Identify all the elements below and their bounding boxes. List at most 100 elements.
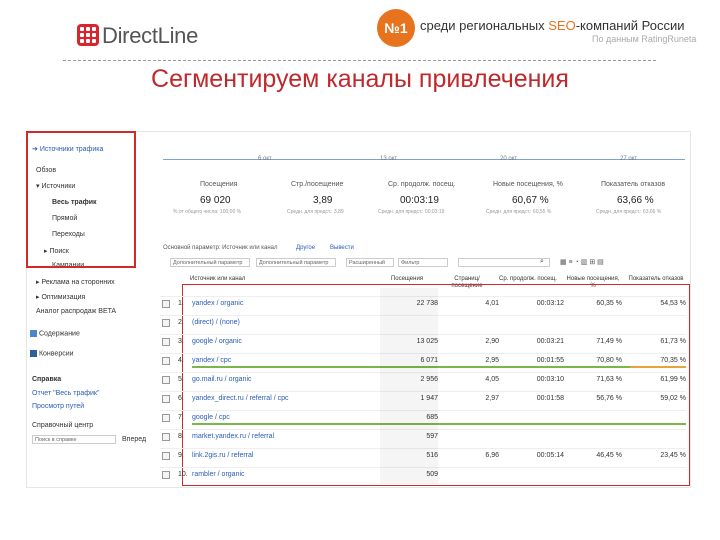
secondary-dimension-select[interactable]: Дополнительный параметр xyxy=(256,258,336,267)
rank-badge: №1 xyxy=(377,9,415,47)
sidebar-highlight-frame xyxy=(26,131,136,268)
cell-new: 71,49 % xyxy=(596,338,622,345)
filter-select[interactable]: Фильтр xyxy=(398,258,448,267)
chart-date: 13 окт xyxy=(380,156,398,162)
stat-sub: % от общего числа: 100,00 % xyxy=(173,209,242,215)
help-search-label: Справочный центр xyxy=(32,422,94,429)
row-checkbox[interactable] xyxy=(162,357,170,365)
stat-label: Показатель отказов xyxy=(601,181,666,188)
cell-new: 60,35 % xyxy=(596,300,622,307)
sidebar-item-optimization[interactable]: ▸ Оптимизация xyxy=(36,293,85,301)
help-link-paths[interactable]: Просмотр путей xyxy=(32,403,84,410)
row-checkbox[interactable] xyxy=(162,414,170,422)
col-header-source[interactable]: Источник или канал xyxy=(190,276,260,283)
source-link[interactable]: link.2gis.ru / referral xyxy=(192,452,253,459)
stat-sub: Средн. для предст.: 3,89 xyxy=(287,209,344,215)
primary-dimension[interactable]: Основной параметр: Источник или канал xyxy=(163,245,278,251)
plot-rows-button[interactable]: Дополнительный параметр xyxy=(170,258,250,267)
row-checkbox[interactable] xyxy=(162,395,170,403)
paid-channel-underline xyxy=(192,423,686,425)
sort-type-select[interactable]: Расширенный xyxy=(346,258,394,267)
view-link[interactable]: Вывести xyxy=(330,245,354,251)
row-number: 5. xyxy=(178,376,184,383)
chart-date: 27 окт xyxy=(620,156,638,162)
cell-new: 70,80 % xyxy=(596,357,622,364)
cell-bounce: 59,02 % xyxy=(660,395,686,402)
row-number: 3. xyxy=(178,338,184,345)
source-link[interactable]: market.yandex.ru / referral xyxy=(192,433,274,440)
cell-ppv: 6,96 xyxy=(485,452,499,459)
logo-text: DirectLine xyxy=(102,23,199,48)
slide-title: Сегментируем каналы привлечения xyxy=(151,65,569,93)
cell-bounce: 70,35 % xyxy=(660,357,686,364)
row-number: 10. xyxy=(178,471,188,478)
row-checkbox[interactable] xyxy=(162,433,170,441)
source-link[interactable]: yandex / organic xyxy=(192,300,243,307)
sidebar-events[interactable]: Конверсии xyxy=(30,350,74,357)
row-checkbox[interactable] xyxy=(162,338,170,346)
source-link[interactable]: go.mail.ru / organic xyxy=(192,376,252,383)
table-search-input[interactable] xyxy=(458,258,550,267)
row-checkbox[interactable] xyxy=(162,471,170,479)
stat-sub: Средн. для предст.: 00:03:19 xyxy=(378,209,445,215)
help-link-all-traffic[interactable]: Отчет "Весь трафик" xyxy=(32,390,99,397)
cell-bounce: 61,99 % xyxy=(660,376,686,383)
stat-value: 69 020 xyxy=(200,195,231,206)
source-link[interactable]: yandex_direct.ru / referral / cpc xyxy=(192,395,289,402)
row-checkbox[interactable] xyxy=(162,300,170,308)
row-number: 6. xyxy=(178,395,184,402)
cell-dur: 00:03:12 xyxy=(536,300,564,307)
stat-sub: Средн. для предст.: 60,55 % xyxy=(486,209,552,215)
divider xyxy=(63,60,656,61)
col-header-duration[interactable]: Ср. продолж. посещ. xyxy=(498,276,558,283)
sidebar-item-sales[interactable]: Аналог распродаж BETA xyxy=(36,308,116,315)
cell-bounce: 61,73 % xyxy=(660,338,686,345)
source-link[interactable]: google / organic xyxy=(192,338,242,345)
row-checkbox[interactable] xyxy=(162,376,170,384)
stat-label: Ср. продолж. посещ. xyxy=(388,181,456,188)
cell-dur: 00:01:55 xyxy=(536,357,564,364)
dimension-other-link[interactable]: Другое xyxy=(296,245,315,251)
row-number: 1. xyxy=(178,300,184,307)
source-link[interactable]: rambler / organic xyxy=(192,471,245,478)
tagline-source: По данным RatingRuneta xyxy=(592,34,697,44)
help-search-input[interactable]: Поиск в справке xyxy=(32,435,116,444)
col-header-visits[interactable]: Посещения xyxy=(382,276,432,283)
bounce-underline xyxy=(630,366,686,368)
visits-column-shade xyxy=(380,288,438,484)
stat-value: 00:03:19 xyxy=(400,195,439,206)
cell-dur: 00:01:58 xyxy=(536,395,564,402)
cell-dur: 00:03:21 xyxy=(536,338,564,345)
sidebar-item-ads[interactable]: ▸ Реклама на сторонних xyxy=(36,278,115,286)
traffic-chart-line xyxy=(163,147,685,160)
help-title: Справка xyxy=(32,376,62,383)
row-number: 4. xyxy=(178,357,184,364)
stat-label: Стр./посещение xyxy=(291,181,344,188)
search-icon[interactable]: ⌕ xyxy=(540,258,544,266)
cell-bounce: 54,53 % xyxy=(660,300,686,307)
cell-bounce: 23,45 % xyxy=(660,452,686,459)
cell-dur: 00:03:10 xyxy=(536,376,564,383)
stat-value: 3,89 xyxy=(313,195,333,206)
chart-date: 6 окт xyxy=(258,156,272,162)
cell-ppv: 2,90 xyxy=(485,338,499,345)
cell-new: 56,76 % xyxy=(596,395,622,402)
row-checkbox[interactable] xyxy=(162,452,170,460)
stat-value: 60,67 % xyxy=(512,195,549,206)
col-header-bounce[interactable]: Показатель отказов xyxy=(628,276,684,283)
stat-value: 63,66 % xyxy=(617,195,654,206)
cell-ppv: 4,01 xyxy=(485,300,499,307)
paid-channel-underline xyxy=(192,366,686,368)
view-icons[interactable]: ▦ ≡ ◔ ▥ ⊞ ▤ xyxy=(560,258,604,266)
sidebar-content[interactable]: Содержание xyxy=(30,330,80,337)
row-number: 7. xyxy=(178,414,184,421)
cell-ppv: 2,95 xyxy=(485,357,499,364)
source-link[interactable]: (direct) / (none) xyxy=(192,319,240,326)
source-link[interactable]: google / cpc xyxy=(192,414,230,421)
help-search-button[interactable]: Вперед xyxy=(122,436,146,443)
source-link[interactable]: yandex / cpc xyxy=(192,357,231,364)
row-checkbox[interactable] xyxy=(162,319,170,327)
cell-dur: 00:05:14 xyxy=(536,452,564,459)
chart-date: 20 окт xyxy=(500,156,518,162)
stat-label: Посещения xyxy=(200,181,238,188)
